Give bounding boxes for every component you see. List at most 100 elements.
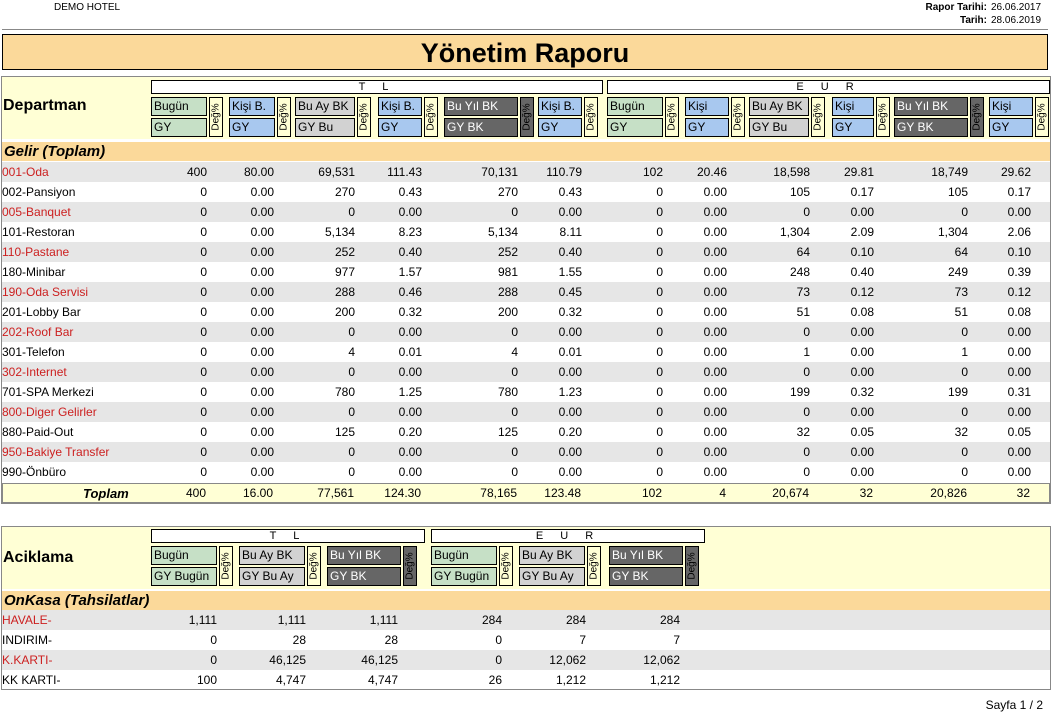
cell-value: 1,304 xyxy=(937,225,968,239)
change-percent-label: Değ% xyxy=(732,103,744,131)
cell-value: 12,062 xyxy=(643,653,680,667)
cell-value: 0 xyxy=(348,445,355,459)
cell-value: 0 xyxy=(961,445,968,459)
cell-value: 0.32 xyxy=(850,385,874,399)
tl-col-0-top: Bugün xyxy=(151,97,207,116)
cell-value: 0 xyxy=(348,365,355,379)
tl2-col-0-change-header: Değ% xyxy=(219,546,233,586)
cell-value: 0 xyxy=(656,265,663,279)
cell-value: 0 xyxy=(656,365,663,379)
cell-value: 0.00 xyxy=(703,305,727,319)
cell-value: 0.45 xyxy=(558,285,582,299)
tl2-col-1-bottom: GY Bu Ay xyxy=(239,567,305,586)
cell-value: 7 xyxy=(673,633,680,647)
cell-value: 0.40 xyxy=(558,245,582,259)
cell-value: 2.09 xyxy=(850,225,874,239)
cell-value: 0.00 xyxy=(250,465,274,479)
eur-col-0-top: Bugün xyxy=(607,97,663,116)
cell-value: 0.00 xyxy=(250,305,274,319)
cell-value: 80.00 xyxy=(243,165,274,179)
department-name: 002-Pansiyon xyxy=(2,185,76,199)
cell-value: 0.32 xyxy=(398,305,422,319)
cell-value: 1.25 xyxy=(398,385,422,399)
table-row: 800-Diger Gelirler 0 0.00 0 0.00 0 0.00 0 0.00 0 0… xyxy=(2,402,1050,422)
eur-col-0-change-header: Değ% xyxy=(665,97,679,137)
cell-value: 73 xyxy=(796,285,810,299)
report-date-label: Rapor Tarihi: xyxy=(925,2,987,13)
cell-value: 0 xyxy=(200,365,207,379)
cell-value: 0.00 xyxy=(1007,365,1031,379)
cell-value: 1,212 xyxy=(649,673,680,687)
cell-value: 0.20 xyxy=(398,425,422,439)
cell-value: 0 xyxy=(656,205,663,219)
change-percent-label: Değ% xyxy=(1036,103,1048,131)
cell-value: 0.00 xyxy=(1007,445,1031,459)
cell-value: 0.00 xyxy=(703,185,727,199)
cell-value: 0.00 xyxy=(703,345,727,359)
payment-type-name: INDIRIM- xyxy=(2,633,52,647)
eur-col-1-bottom: GY xyxy=(685,118,729,137)
department-name: 005-Banquet xyxy=(2,205,71,219)
cell-value: 5,134 xyxy=(324,225,355,239)
cell-value: 0.05 xyxy=(1007,425,1031,439)
cell-value: 0.00 xyxy=(703,245,727,259)
cell-value: 28 xyxy=(292,633,306,647)
total-value: 32 xyxy=(859,486,873,500)
cell-value: 0 xyxy=(200,245,207,259)
table-row: INDIRIM- 0 28 28 0 7 7 xyxy=(2,630,1050,650)
table2-section-title: OnKasa (Tahsilatlar) xyxy=(2,591,1050,610)
cell-value: 0.12 xyxy=(1007,285,1031,299)
cell-value: 1,111 xyxy=(277,613,306,627)
cell-value: 0 xyxy=(656,425,663,439)
total-value: 32 xyxy=(1016,486,1030,500)
cell-value: 0.00 xyxy=(1007,405,1031,419)
cell-value: 0 xyxy=(656,305,663,319)
total-value: 16.00 xyxy=(242,486,273,500)
table-row: 701-SPA Merkezi 0 0.00 780 1.25 780 1.23 0 0.00 1… xyxy=(2,382,1050,402)
table-row: 005-Banquet 0 0.00 0 0.00 0 0.00 0 0.00 0 0.00 0 0.0… xyxy=(2,202,1050,222)
cell-value: 4,747 xyxy=(275,673,306,687)
cell-value: 0 xyxy=(200,225,207,239)
cell-value: 46,125 xyxy=(269,653,306,667)
cell-value: 4 xyxy=(348,345,355,359)
cell-value: 0.00 xyxy=(703,285,727,299)
tl-col-5-bottom: GY xyxy=(538,118,582,137)
table-row: 110-Pastane 0 0.00 252 0.40 252 0.40 0 0.00 64 0.1… xyxy=(2,242,1050,262)
cell-value: 5,134 xyxy=(487,225,518,239)
cell-value: 0.00 xyxy=(398,405,422,419)
cell-value: 0.00 xyxy=(250,225,274,239)
cell-value: 20.46 xyxy=(696,165,727,179)
department-name: 101-Restoran xyxy=(2,225,75,239)
tl-col-2-bottom: GY Bu xyxy=(295,118,355,137)
cell-value: 125 xyxy=(497,425,518,439)
header-divider xyxy=(2,29,1048,30)
tl-col-0-change-header: Değ% xyxy=(209,97,223,137)
cell-value: 0.05 xyxy=(850,425,874,439)
tl-col-0-bottom: GY xyxy=(151,118,207,137)
table2-group-tl: T L xyxy=(151,529,425,543)
tl2-col-1-change-header: Değ% xyxy=(307,546,321,586)
cell-value: 0 xyxy=(200,345,207,359)
department-name: 800-Diger Gelirler xyxy=(2,405,97,419)
total-value: 124.30 xyxy=(384,486,421,500)
cell-value: 18,749 xyxy=(931,165,968,179)
cell-value: 32 xyxy=(796,425,810,439)
department-name: 990-Önbüro xyxy=(2,465,67,479)
hotel-name: DEMO HOTEL xyxy=(54,2,121,13)
table1-section-title: Gelir (Toplam) xyxy=(2,142,1050,161)
cell-value: 111.43 xyxy=(387,165,422,179)
cell-value: 0.00 xyxy=(1007,345,1031,359)
cell-value: 0.43 xyxy=(398,185,422,199)
change-percent-label: Değ% xyxy=(500,552,512,580)
cell-value: 0.00 xyxy=(558,465,582,479)
cell-value: 288 xyxy=(334,285,355,299)
cell-value: 110.79 xyxy=(546,165,582,179)
cell-value: 1,304 xyxy=(779,225,810,239)
cell-value: 0 xyxy=(803,365,810,379)
cell-value: 0.20 xyxy=(558,425,582,439)
change-percent-label: Değ% xyxy=(877,103,889,131)
cell-value: 0 xyxy=(495,633,502,647)
cell-value: 0.00 xyxy=(250,365,274,379)
payment-type-name: HAVALE- xyxy=(2,613,52,627)
cell-value: 102 xyxy=(642,165,663,179)
